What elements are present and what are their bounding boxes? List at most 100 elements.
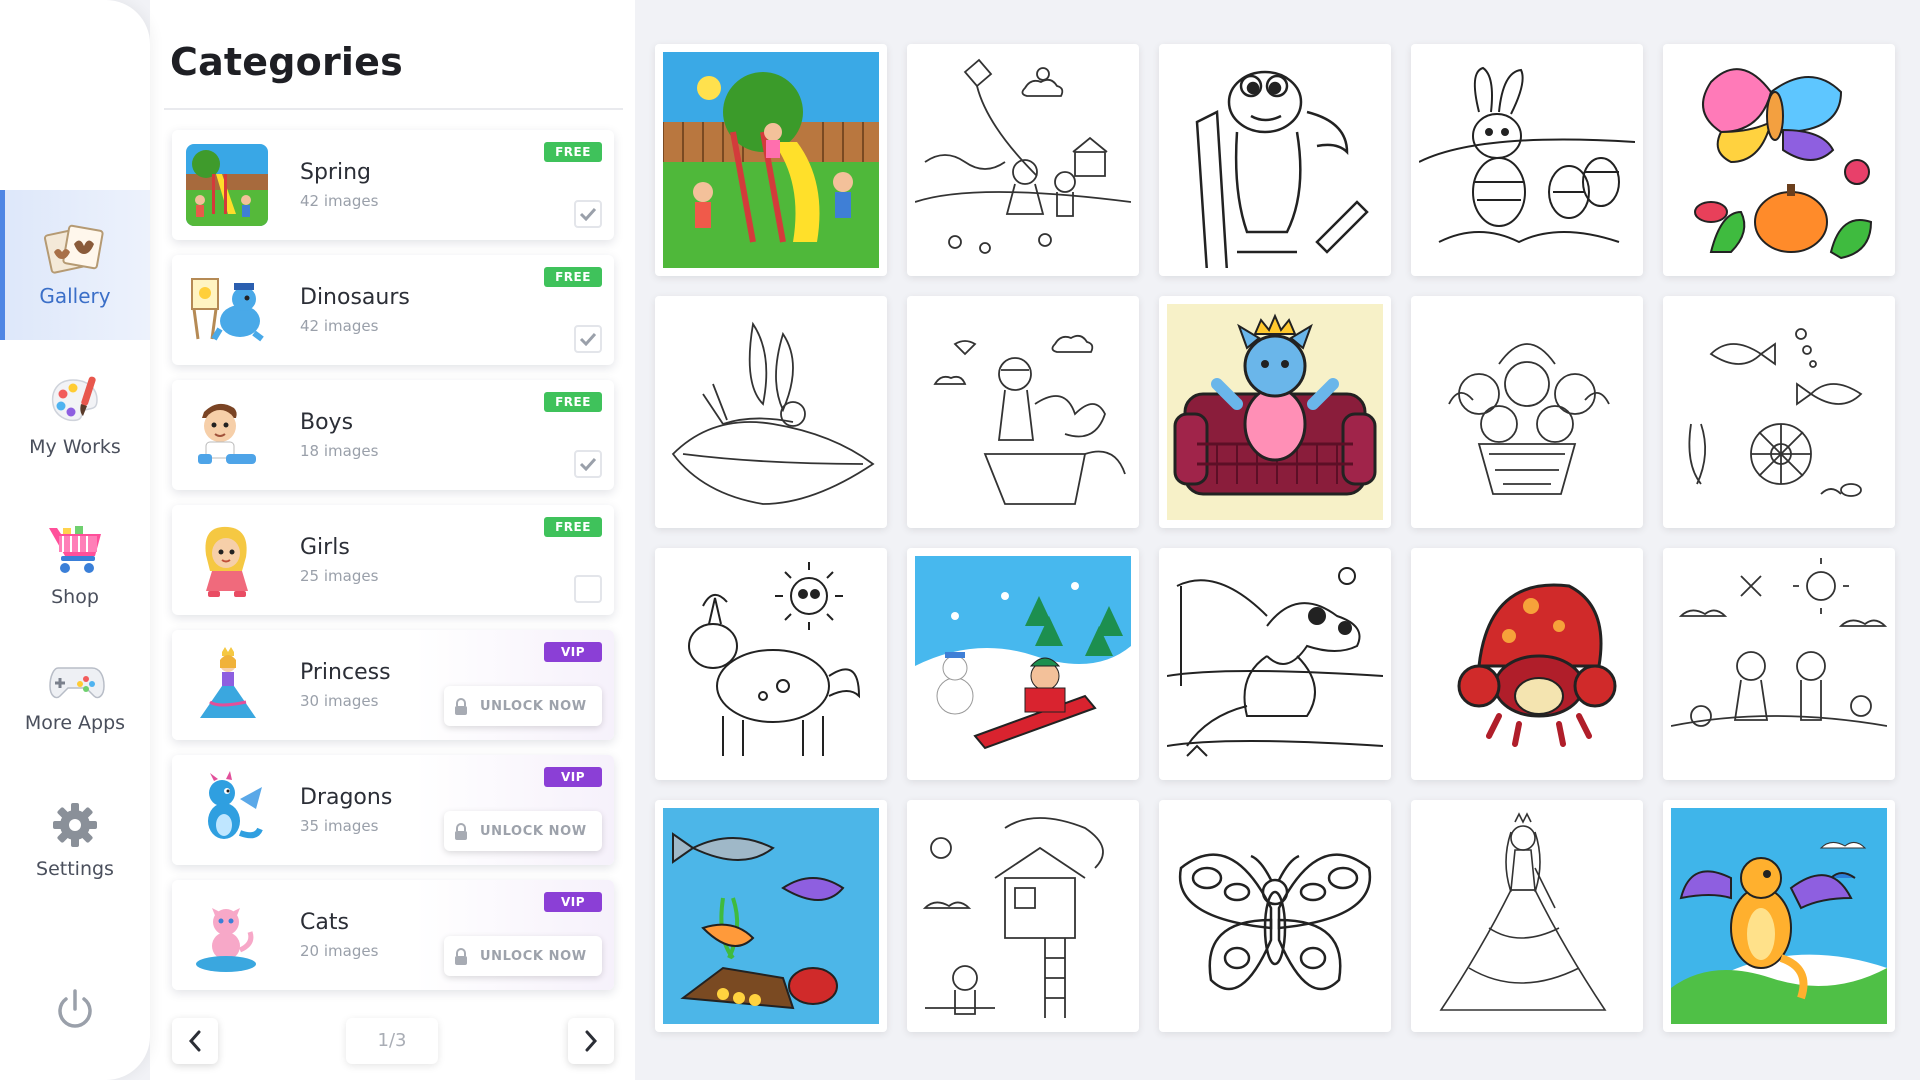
gallery-icon xyxy=(44,224,104,274)
nav-my-works[interactable]: My Works xyxy=(0,340,150,490)
category-count: 30 images xyxy=(300,692,379,710)
nav-shop-label: Shop xyxy=(51,586,99,608)
gear-icon xyxy=(53,803,97,847)
gallery-tile-easter-bunny[interactable] xyxy=(1411,44,1643,276)
unlock-now-label: UNLOCK NOW xyxy=(480,823,587,839)
unlock-now-button[interactable]: UNLOCK NOW xyxy=(444,811,602,851)
category-name: Cats xyxy=(300,910,349,935)
nav-more-apps-label: More Apps xyxy=(24,712,126,734)
unlock-now-label: UNLOCK NOW xyxy=(480,698,587,714)
gallery-tile-playground[interactable] xyxy=(655,44,887,276)
unlock-now-label: UNLOCK NOW xyxy=(480,948,587,964)
checkmark-icon xyxy=(579,457,597,471)
next-page-button[interactable] xyxy=(568,1018,614,1064)
gamepad-icon xyxy=(49,667,105,699)
category-card-girls[interactable]: Girls 25 images FREE xyxy=(172,505,614,615)
free-badge: FREE xyxy=(544,517,602,537)
gallery-tile-treehouse[interactable] xyxy=(907,800,1139,1032)
checkmark-icon xyxy=(579,207,597,221)
category-name: Dinosaurs xyxy=(300,285,410,310)
gallery-tile-girl-dragon[interactable] xyxy=(907,296,1139,528)
gallery-tile-flower-basket[interactable] xyxy=(1411,296,1643,528)
category-count: 18 images xyxy=(300,442,379,460)
underwater-shark-image xyxy=(663,808,879,1024)
palette-icon xyxy=(51,376,98,422)
category-name: Spring xyxy=(300,160,371,185)
kids-garden-image xyxy=(1671,558,1887,727)
category-thumbnail xyxy=(186,769,268,851)
category-name: Dragons xyxy=(300,785,393,810)
unlock-now-button[interactable]: UNLOCK NOW xyxy=(444,686,602,726)
gallery-tile-king-cat[interactable] xyxy=(1159,296,1391,528)
category-checkbox[interactable] xyxy=(574,325,602,353)
lock-icon xyxy=(455,947,467,965)
category-checkbox[interactable] xyxy=(574,200,602,228)
gallery-tile-butterfly-flowers[interactable] xyxy=(1663,44,1895,276)
gallery-tile-winter-sled[interactable] xyxy=(907,548,1139,780)
unicorn-sun-image xyxy=(688,562,861,756)
butterfly-image xyxy=(1178,853,1372,991)
dinosaur-pencils-image xyxy=(1195,70,1369,268)
free-badge: FREE xyxy=(544,142,602,162)
category-count: 35 images xyxy=(300,817,379,835)
category-card-spring[interactable]: Spring 42 images FREE xyxy=(172,130,614,240)
gallery-tile-kite[interactable] xyxy=(907,44,1139,276)
title-divider xyxy=(164,108,623,110)
free-badge: FREE xyxy=(544,392,602,412)
gallery-tile-underwater-shark[interactable] xyxy=(655,800,887,1032)
category-checkbox[interactable] xyxy=(574,450,602,478)
category-count: 42 images xyxy=(300,192,379,210)
page-title: Categories xyxy=(170,40,403,84)
gallery-tile-princess[interactable] xyxy=(1411,800,1643,1032)
fairy-on-leaf-image xyxy=(671,321,875,505)
category-checkbox[interactable] xyxy=(574,575,602,603)
power-button[interactable] xyxy=(50,985,100,1035)
nav-gallery-label: Gallery xyxy=(39,284,111,308)
gallery-tile-butterfly[interactable] xyxy=(1159,800,1391,1032)
category-card-dinosaurs[interactable]: Dinosaurs 42 images FREE xyxy=(172,255,614,365)
nav-settings[interactable]: Settings xyxy=(0,765,150,915)
gallery-tile-fairy-leaf[interactable] xyxy=(655,296,887,528)
gallery-tile-underwater-fish[interactable] xyxy=(1663,296,1895,528)
king-cat-on-sofa-image xyxy=(1167,304,1383,520)
winter-sled-image xyxy=(915,556,1131,772)
category-card-princess[interactable]: Princess 30 images VIP UNLOCK NOW xyxy=(172,630,614,740)
category-thumbnail xyxy=(186,269,268,351)
page-indicator: 1/3 xyxy=(346,1018,438,1064)
butterfly-flowers-image xyxy=(1671,52,1887,268)
category-thumbnail xyxy=(186,394,268,476)
chevron-left-icon xyxy=(188,1030,201,1052)
main-navigation: Gallery My Works Shop More Apps Settings xyxy=(0,0,150,1080)
gallery-grid xyxy=(655,44,1900,1034)
category-count: 25 images xyxy=(300,567,379,585)
category-card-dragons[interactable]: Dragons 35 images VIP UNLOCK NOW xyxy=(172,755,614,865)
gallery-tile-dinosaur-fishing[interactable] xyxy=(1159,548,1391,780)
nav-shop[interactable]: Shop xyxy=(0,490,150,640)
dinosaur-fishing-image xyxy=(1167,567,1383,757)
gallery-tile-unicorn[interactable] xyxy=(655,548,887,780)
gallery-tile-dinosaur-pencils[interactable] xyxy=(1159,44,1391,276)
checkmark-icon xyxy=(579,332,597,346)
gallery-tile-mushroom-crab[interactable] xyxy=(1411,548,1643,780)
nav-gallery[interactable]: Gallery xyxy=(0,190,150,340)
shopping-cart-icon xyxy=(49,526,101,573)
category-name: Girls xyxy=(300,535,350,560)
nav-settings-label: Settings xyxy=(36,858,114,880)
prev-page-button[interactable] xyxy=(172,1018,218,1064)
category-name: Boys xyxy=(300,410,354,435)
mushroom-crab-image xyxy=(1419,556,1635,772)
gallery-tile-kids-garden[interactable] xyxy=(1663,548,1895,780)
chevron-right-icon xyxy=(585,1030,598,1052)
lock-icon xyxy=(455,822,467,840)
nav-more-apps[interactable]: More Apps xyxy=(0,620,150,770)
category-card-boys[interactable]: Boys 18 images FREE xyxy=(172,380,614,490)
gallery-tile-dragon[interactable] xyxy=(1663,800,1895,1032)
vip-badge: VIP xyxy=(544,767,602,787)
unlock-now-button[interactable]: UNLOCK NOW xyxy=(444,936,602,976)
category-card-cats[interactable]: Cats 20 images VIP UNLOCK NOW xyxy=(172,880,614,990)
dragon-image xyxy=(1671,808,1887,1024)
category-thumbnail xyxy=(186,144,268,226)
vip-badge: VIP xyxy=(544,892,602,912)
girl-with-dragon-image xyxy=(933,334,1126,505)
category-count: 42 images xyxy=(300,317,379,335)
